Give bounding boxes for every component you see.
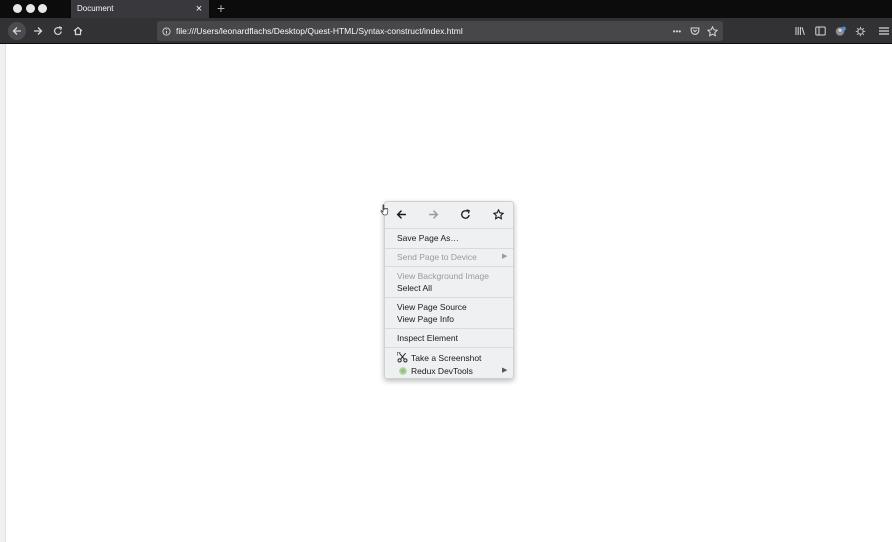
inspect-element-item[interactable]: Inspect Element	[397, 332, 509, 344]
forward-button[interactable]	[29, 22, 47, 40]
back-button[interactable]	[8, 22, 26, 40]
view-page-source-item[interactable]: View Page Source	[397, 301, 509, 313]
menu-separator	[385, 266, 513, 267]
url-bar[interactable]: file:///Users/leonardflachs/Desktop/Ques…	[157, 21, 723, 41]
tab-close-icon[interactable]: ×	[194, 0, 204, 18]
page-left-edge	[0, 44, 6, 542]
pocket-icon[interactable]	[687, 23, 703, 39]
reload-icon	[53, 26, 63, 35]
menu-icon[interactable]	[876, 23, 892, 39]
library-icon[interactable]	[792, 23, 808, 39]
bookmark-star-icon[interactable]	[704, 23, 720, 39]
context-back-button[interactable]	[389, 205, 413, 223]
menu-separator	[385, 328, 513, 329]
context-forward-button[interactable]	[421, 205, 445, 223]
arrow-left-icon	[396, 209, 406, 219]
navigation-toolbar: file:///Users/leonardflachs/Desktop/Ques…	[0, 18, 892, 44]
select-all-item[interactable]: Select All	[397, 282, 509, 294]
arrow-right-icon	[428, 209, 438, 219]
account-extension-icon[interactable]	[832, 23, 848, 39]
context-reload-button[interactable]	[453, 205, 477, 223]
minimize-window-button[interactable]	[26, 4, 35, 13]
screenshot-icon	[397, 352, 408, 363]
tab-title: Document	[77, 4, 114, 13]
home-button[interactable]	[69, 22, 87, 40]
extension-icon[interactable]	[852, 23, 868, 39]
menu-separator	[385, 248, 513, 249]
take-a-screenshot-item[interactable]: Take a Screenshot	[411, 352, 523, 364]
tab-strip: Document × +	[0, 0, 892, 18]
arrow-left-icon	[12, 27, 21, 35]
save-page-as-item[interactable]: Save Page As…	[397, 232, 509, 244]
close-window-button[interactable]	[13, 4, 22, 13]
hand-cursor-icon	[380, 204, 389, 216]
bookmark-star-icon	[492, 208, 504, 220]
tab-document[interactable]: Document ×	[71, 0, 209, 18]
new-tab-button[interactable]: +	[213, 0, 229, 18]
sidebar-icon[interactable]	[812, 23, 828, 39]
home-icon	[73, 26, 83, 36]
reload-button[interactable]	[49, 22, 67, 40]
view-background-image-item[interactable]: View Background Image	[397, 270, 509, 282]
menu-separator	[385, 297, 513, 298]
submenu-arrow-icon: ▶	[502, 367, 508, 374]
menu-separator	[385, 347, 513, 348]
menu-separator	[385, 228, 513, 229]
reload-icon	[460, 208, 470, 219]
context-menu: Save Page As… Send Page to Device ▶ View…	[384, 201, 514, 379]
info-icon[interactable]	[158, 23, 174, 39]
view-page-info-item[interactable]: View Page Info	[397, 313, 509, 325]
context-bookmark-button[interactable]	[486, 205, 510, 223]
redux-devtools-icon	[397, 365, 408, 376]
send-page-to-device-item[interactable]: Send Page to Device	[397, 251, 509, 263]
maximize-window-button[interactable]	[38, 4, 47, 13]
page-actions-icon[interactable]: •••	[669, 23, 685, 39]
arrow-right-icon	[34, 27, 43, 35]
submenu-arrow-icon: ▶	[502, 253, 508, 260]
url-text[interactable]: file:///Users/leonardflachs/Desktop/Ques…	[176, 21, 463, 41]
